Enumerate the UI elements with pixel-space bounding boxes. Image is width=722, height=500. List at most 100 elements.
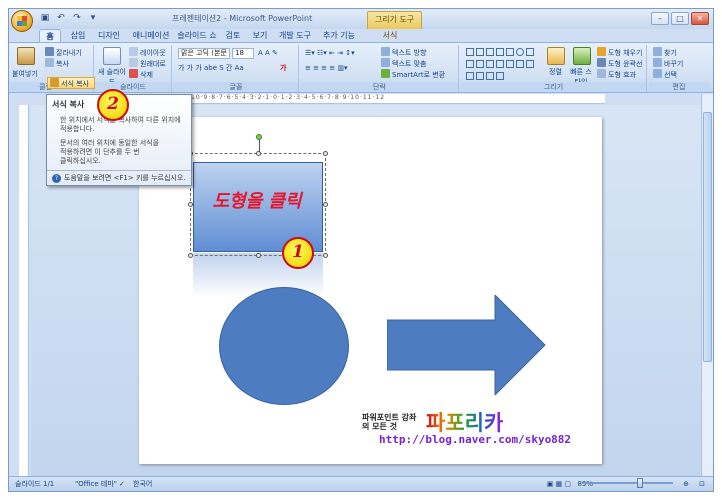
resize-handle[interactable] (323, 253, 328, 258)
slide-canvas[interactable]: 도형을 클릭 1 파워포인트 강좌의 모든 것 파포리카 http://blog… (139, 117, 602, 464)
arrow-shape-icon[interactable] (506, 60, 514, 68)
layout-button[interactable]: 레이아웃 (129, 47, 166, 58)
horizontal-ruler: 10·9·8·7·6·5·4·3·2·1·0·1·2·3·4·5·6·7·8·9… (191, 94, 605, 104)
font-size-combo[interactable]: 18 (232, 48, 254, 59)
font-grow-shrink-buttons[interactable]: A A ✎ (258, 48, 278, 58)
save-icon[interactable]: ▣ (39, 12, 51, 24)
shape-outline-button[interactable]: 도형 윤곽선 (597, 58, 642, 69)
fit-to-window-icon[interactable]: ⊡ (699, 477, 705, 491)
tab-add-ins[interactable]: 추가 기능 (319, 29, 359, 43)
drawing-tools-contextual-tab: 그리기 도구 (367, 11, 422, 29)
arrow-shape-icon[interactable] (496, 60, 504, 68)
tooltip-help-text: 도움말을 보려면 <F1> 키를 누르십시오. (64, 174, 186, 182)
find-button[interactable]: 찾기 (653, 47, 677, 58)
customize-icon[interactable]: ▾ (87, 12, 99, 24)
shapes-gallery[interactable] (465, 47, 535, 83)
tab-review[interactable]: 검토 (222, 29, 244, 43)
rectangle-shape-icon[interactable] (476, 48, 484, 56)
maximize-button[interactable]: □ (671, 12, 689, 25)
rectangle-shape-icon[interactable] (486, 60, 494, 68)
scrollbar-thumb[interactable] (703, 112, 712, 362)
shape-fill-button[interactable]: 도형 채우기 (597, 47, 642, 58)
cut-button[interactable]: 잘라내기 (45, 47, 82, 58)
align-buttons[interactable]: ≡ ≡ ≡ ≡ ▥▾ (305, 63, 348, 73)
theme-name: "Office 테마" (75, 480, 117, 488)
pen-icon (597, 58, 606, 67)
new-slide-icon[interactable] (103, 47, 121, 65)
brush-icon (50, 78, 59, 87)
rectangle-shape-icon[interactable] (506, 48, 514, 56)
tab-design[interactable]: 디자인 (93, 29, 125, 43)
copy-button[interactable]: 복사 (45, 58, 69, 69)
font-format-buttons[interactable]: 가 가 가 abe S 간 Aa (178, 63, 244, 73)
text-direction-button[interactable]: 텍스트 방향 (381, 47, 426, 58)
smartart-label: SmartArt로 변환 (392, 71, 446, 79)
layout-label: 레이아웃 (140, 49, 166, 57)
group-label-font: 글꼴 (174, 82, 298, 92)
tab-developer[interactable]: 개발 도구 (275, 29, 315, 43)
align-text-button[interactable]: 텍스트 맞춤 (381, 58, 426, 69)
paste-button[interactable]: 붙여넣기 (12, 69, 38, 79)
oval-shape-icon[interactable] (516, 48, 524, 56)
shape-effects-button[interactable]: 도형 효과 (597, 69, 636, 80)
vertical-scrollbar[interactable] (701, 94, 713, 477)
arrange-icon[interactable] (547, 47, 565, 65)
redo-icon[interactable]: ↷ (71, 12, 83, 24)
group-editing: 찾기 바꾸기 선택 편집 (649, 45, 709, 92)
line-shape-icon[interactable] (496, 48, 504, 56)
list-buttons[interactable]: ☰▾ ☷▾ ⇤ ⇥ ↕▾ (305, 48, 355, 58)
tab-view[interactable]: 보기 (249, 29, 271, 43)
rectangle-shape-icon[interactable] (526, 48, 534, 56)
zoom-level[interactable]: 89% (577, 477, 593, 491)
shape-annotation-text: 도형을 클릭 (212, 191, 302, 212)
view-buttons[interactable]: ▣ ▦ ▢ (547, 477, 571, 491)
tooltip-description-2: 문서의 여러 위치에 동일한 서식을 적용하려면 이 단추를 두 번 클릭하십시… (60, 139, 186, 166)
right-arrow-shape[interactable] (387, 295, 547, 395)
line-shape-icon[interactable] (486, 48, 494, 56)
rectangle-shape-icon[interactable] (466, 48, 474, 56)
rectangle-shape-icon[interactable] (526, 60, 534, 68)
format-painter-label: 서식 복사 (61, 80, 89, 88)
font-name-combo[interactable]: 맑은 고딕 (본문 (178, 48, 230, 59)
brace-shape-icon[interactable] (486, 72, 494, 80)
tab-insert[interactable]: 삽입 (65, 29, 91, 43)
close-button[interactable]: ✕ (691, 12, 709, 25)
rectangle-shape-icon[interactable] (476, 60, 484, 68)
tab-slide-show[interactable]: 슬라이드 쇼 (176, 29, 218, 43)
resize-handle[interactable] (256, 151, 261, 156)
brace-shape-icon[interactable] (496, 72, 504, 80)
tab-format[interactable]: 서식 (377, 29, 403, 43)
arrange-button[interactable]: 정렬 (549, 67, 562, 77)
oval-shape[interactable] (219, 287, 349, 405)
zoom-plus-icon[interactable]: ⊕ (683, 477, 689, 491)
rectangle-shape-icon[interactable] (466, 72, 474, 80)
font-color-icon[interactable]: 가 (280, 63, 286, 73)
delete-slide-button[interactable]: 삭제 (129, 69, 153, 80)
resize-handle[interactable] (256, 253, 261, 258)
smartart-button[interactable]: SmartArt로 변환 (381, 69, 445, 80)
replace-button[interactable]: 바꾸기 (653, 58, 683, 69)
tab-animations[interactable]: 애니메이션 (129, 29, 173, 43)
zoom-slider-knob[interactable] (637, 478, 643, 488)
rotation-handle[interactable] (256, 134, 262, 140)
tooltip-line: 클릭하십시오. (60, 157, 101, 165)
zoom-slider[interactable] (583, 482, 673, 484)
office-logo-icon (17, 16, 27, 26)
tab-home[interactable]: 홈 (39, 29, 61, 43)
select-button[interactable]: 선택 (653, 69, 677, 80)
undo-icon[interactable]: ↶ (55, 12, 67, 24)
quick-styles-icon[interactable] (573, 47, 591, 65)
shape-outline-label: 도형 윤곽선 (608, 60, 643, 68)
reset-button[interactable]: 원래대로 (129, 58, 166, 69)
scissors-icon (45, 47, 54, 56)
office-button[interactable] (11, 10, 33, 32)
minimize-button[interactable]: – (651, 12, 669, 25)
spellcheck-icon[interactable]: ✓ (119, 477, 125, 491)
paste-icon[interactable] (17, 47, 35, 65)
rectangle-shape-icon[interactable] (516, 60, 524, 68)
triangle-shape-icon[interactable] (466, 60, 474, 68)
format-painter-button[interactable]: 서식 복사 (47, 77, 95, 89)
resize-handle[interactable] (323, 151, 328, 156)
resize-handle[interactable] (188, 253, 193, 258)
star-shape-icon[interactable] (476, 72, 484, 80)
